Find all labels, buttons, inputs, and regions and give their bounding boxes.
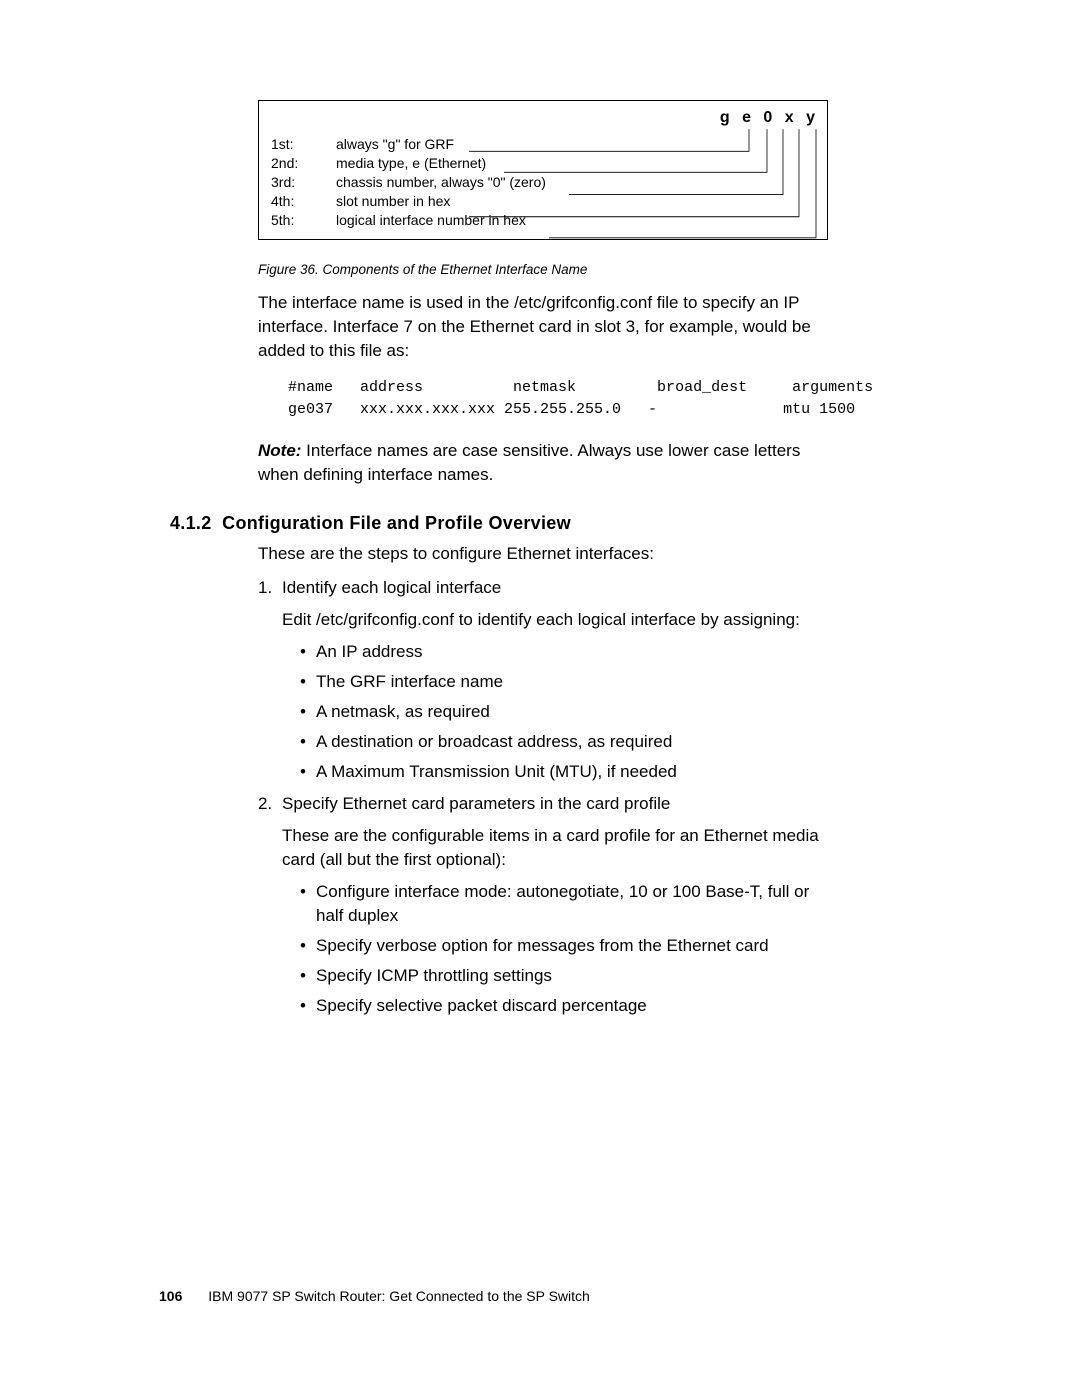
page-container: g e 0 x y 1st: always "g" for GRF 2nd: m… [0,0,1080,1397]
step1-bullet-5: A Maximum Transmission Unit (MTU), if ne… [300,760,828,784]
footer-text: IBM 9077 SP Switch Router: Get Connected… [208,1288,590,1304]
diagram-label-2: 2nd: [271,154,336,173]
diagram-row-1: 1st: always "g" for GRF [271,135,546,154]
code-line-2: ge037 xxx.xxx.xxx.xxx 255.255.255.0 - mt… [288,401,855,418]
diagram-label-5: 5th: [271,211,336,230]
section-intro: These are the steps to configure Etherne… [258,542,828,566]
note-paragraph: Note: Interface names are case sensitive… [258,439,828,487]
step1-bullets: An IP address The GRF interface name A n… [300,640,828,784]
page-footer: 106 IBM 9077 SP Switch Router: Get Conne… [159,1288,590,1304]
code-line-1: #name address netmask broad_dest argumen… [288,379,873,396]
diagram-desc-3: chassis number, always "0" (zero) [336,173,546,192]
step2-bullet-3: Specify ICMP throttling settings [300,964,828,988]
diagram-desc-1: always "g" for GRF [336,135,454,154]
code-block: #name address netmask broad_dest argumen… [288,377,828,421]
step2-bullets: Configure interface mode: autonegotiate,… [300,880,828,1018]
diagram-desc-4: slot number in hex [336,192,450,211]
diagram-row-3: 3rd: chassis number, always "0" (zero) [271,173,546,192]
diagram-label-4: 4th: [271,192,336,211]
step1-title: Identify each logical interface [282,578,501,597]
figure-caption: Figure 36. Components of the Ethernet In… [258,262,828,277]
diagram-row-2: 2nd: media type, e (Ethernet) [271,154,546,173]
list-num-1: 1. [258,576,272,600]
note-text: Interface names are case sensitive. Alwa… [258,441,800,484]
diagram-header: g e 0 x y [720,109,819,127]
diagram-label-1: 1st: [271,135,336,154]
step1-desc: Edit /etc/grifconfig.conf to identify ea… [282,608,828,632]
step1-bullet-4: A destination or broadcast address, as r… [300,730,828,754]
step2-bullet-1: Configure interface mode: autonegotiate,… [300,880,828,928]
diagram-desc-2: media type, e (Ethernet) [336,154,486,173]
list-item-2: 2. Specify Ethernet card parameters in t… [282,792,828,1018]
section-number: 4.1.2 [170,513,212,533]
step2-desc: These are the configurable items in a ca… [282,824,828,872]
diagram-desc-5: logical interface number in hex [336,211,526,230]
section-heading: 4.1.2 Configuration File and Profile Ove… [170,513,740,534]
page-number: 106 [159,1288,182,1304]
diagram-label-3: 3rd: [271,173,336,192]
list-item-1: 1. Identify each logical interface Edit … [282,576,828,784]
list-num-2: 2. [258,792,272,816]
numbered-list: 1. Identify each logical interface Edit … [258,576,828,1018]
diagram-row-4: 4th: slot number in hex [271,192,546,211]
section-title: Configuration File and Profile Overview [222,513,571,533]
note-label: Note: [258,441,301,460]
step2-bullet-2: Specify verbose option for messages from… [300,934,828,958]
step1-bullet-2: The GRF interface name [300,670,828,694]
step1-bullet-1: An IP address [300,640,828,664]
diagram-box: g e 0 x y 1st: always "g" for GRF 2nd: m… [258,100,828,240]
diagram-row-5: 5th: logical interface number in hex [271,211,546,230]
step2-bullet-4: Specify selective packet discard percent… [300,994,828,1018]
diagram-rows: 1st: always "g" for GRF 2nd: media type,… [271,135,546,230]
paragraph-intro: The interface name is used in the /etc/g… [258,291,828,363]
step1-bullet-3: A netmask, as required [300,700,828,724]
step2-title: Specify Ethernet card parameters in the … [282,794,670,813]
page-content: g e 0 x y 1st: always "g" for GRF 2nd: m… [258,100,828,1026]
